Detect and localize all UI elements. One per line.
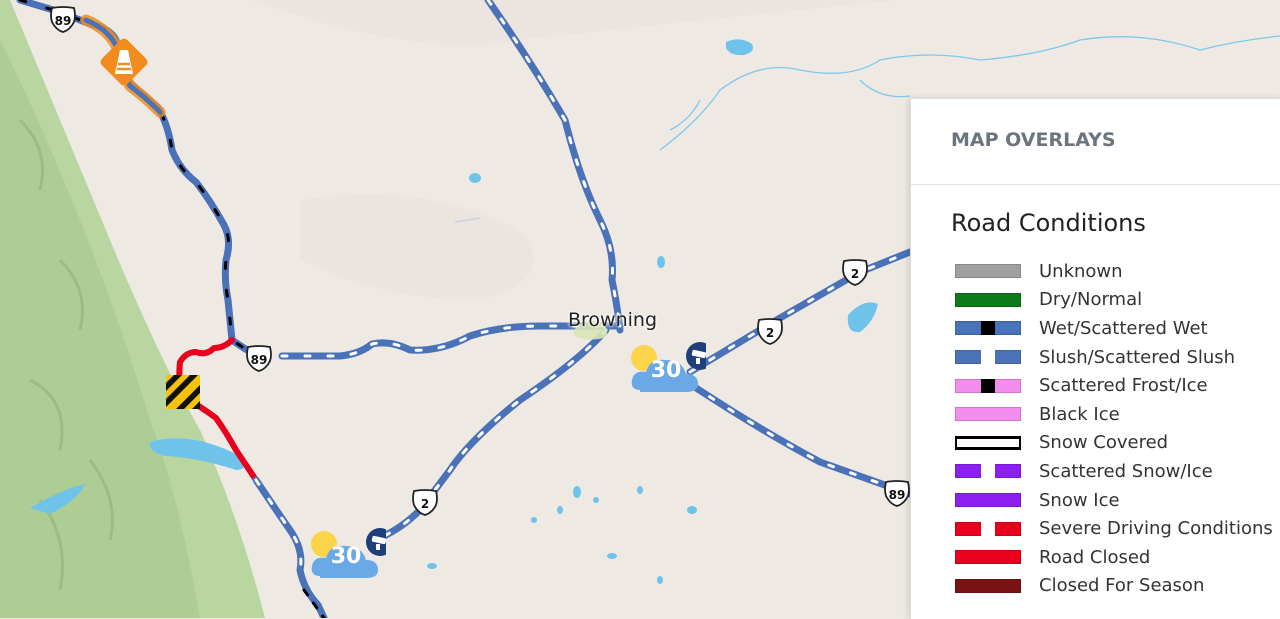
camera-icon [686, 342, 714, 370]
temperature-value: 30 [650, 358, 682, 383]
us-highway-shield: 2 [755, 318, 785, 345]
road-conditions-legend: Unknown Dry/Normal Wet/Scattered Wet Slush/… [911, 257, 1280, 600]
us-highway-shield: 2 [840, 259, 870, 286]
legend-item[interactable]: Severe Driving Conditions [911, 514, 1280, 543]
weather-marker[interactable]: 30 [626, 340, 714, 400]
temperature-value: 30 [330, 544, 362, 569]
legend-item[interactable]: Black Ice [911, 400, 1280, 429]
legend-swatch [955, 521, 1021, 536]
us-highway-shield: 89 [244, 345, 274, 372]
legend-swatch [955, 550, 1021, 565]
legend-label: Road Closed [1039, 546, 1151, 568]
legend-label: Unknown [1039, 260, 1123, 282]
legend-swatch [955, 264, 1021, 279]
legend-label: Snow Covered [1039, 432, 1169, 454]
legend-swatch [955, 378, 1021, 393]
town-label-browning: Browning [568, 309, 658, 331]
legend-swatch [955, 321, 1021, 336]
map-overlays-panel: MAP OVERLAYS Road Conditions Unknown Dry/… [910, 98, 1280, 619]
legend-item[interactable]: Scattered Snow/Ice [911, 457, 1280, 486]
legend-label: Dry/Normal [1039, 289, 1143, 311]
legend-item[interactable]: Dry/Normal [911, 286, 1280, 315]
legend-swatch [955, 292, 1021, 307]
legend-label: Slush/Scattered Slush [1039, 346, 1236, 368]
us-highway-shield: 89 [48, 6, 78, 33]
us-highway-shield: 2 [410, 489, 440, 516]
legend-label: Scattered Snow/Ice [1039, 460, 1213, 482]
legend-label: Scattered Frost/Ice [1039, 375, 1208, 397]
legend-label: Severe Driving Conditions [1039, 518, 1273, 540]
legend-label: Closed For Season [1039, 575, 1205, 597]
legend-swatch [955, 350, 1021, 365]
legend-item[interactable]: Wet/Scattered Wet [911, 314, 1280, 343]
legend-item[interactable]: Road Closed [911, 543, 1280, 572]
weather-marker[interactable]: 30 [306, 526, 394, 586]
legend-item[interactable]: Snow Covered [911, 429, 1280, 458]
legend-swatch [955, 578, 1021, 593]
legend-swatch [955, 435, 1021, 450]
road-conditions-heading: Road Conditions [951, 209, 1146, 237]
legend-swatch [955, 407, 1021, 422]
legend-label: Wet/Scattered Wet [1039, 317, 1208, 339]
road-closed-barrier-icon[interactable] [166, 375, 200, 409]
legend-item[interactable]: Unknown [911, 257, 1280, 286]
legend-label: Black Ice [1039, 403, 1120, 425]
legend-item[interactable]: Closed For Season [911, 572, 1280, 601]
camera-icon [366, 528, 394, 556]
legend-swatch [955, 464, 1021, 479]
legend-swatch [955, 493, 1021, 508]
us-highway-shield: 89 [882, 480, 912, 507]
legend-item[interactable]: Scattered Frost/Ice [911, 371, 1280, 400]
panel-title: MAP OVERLAYS [911, 99, 1280, 185]
legend-item[interactable]: Slush/Scattered Slush [911, 343, 1280, 372]
legend-label: Snow Ice [1039, 489, 1120, 511]
legend-item[interactable]: Snow Ice [911, 486, 1280, 515]
